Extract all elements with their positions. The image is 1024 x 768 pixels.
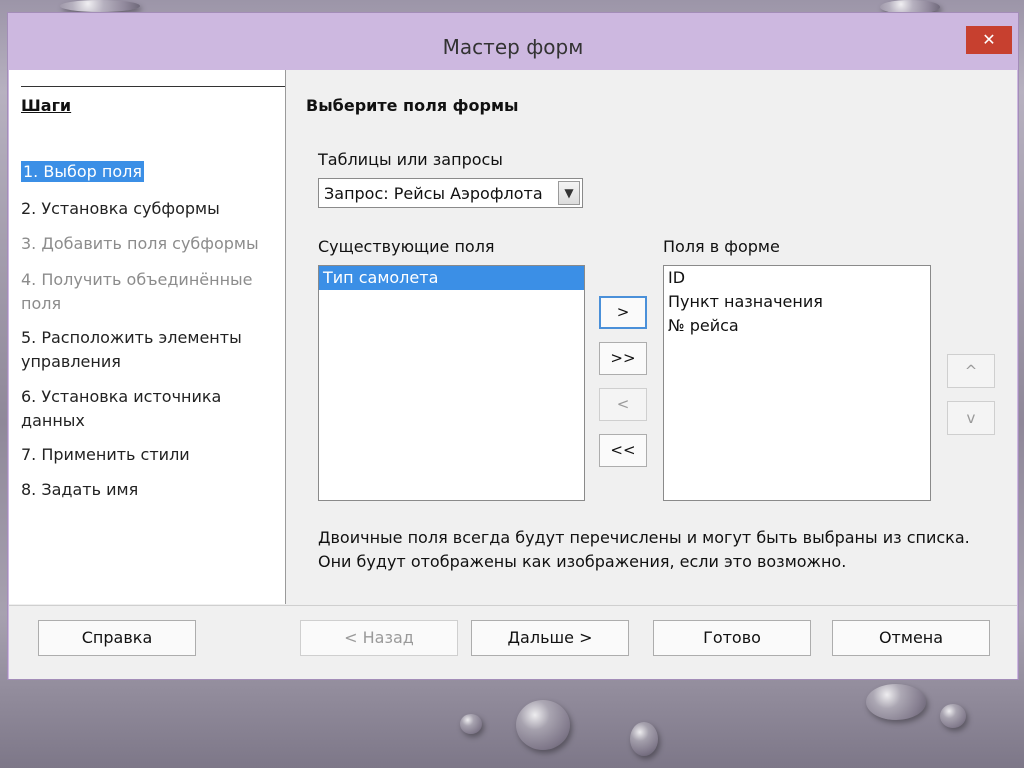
steps-panel: Шаги 1. Выбор поля 2. Установка субформы… <box>9 70 286 604</box>
desktop-droplet <box>60 0 140 12</box>
steps-divider <box>21 86 285 87</box>
form-fields-label: Поля в форме <box>663 237 780 256</box>
close-icon: ✕ <box>982 30 996 49</box>
chevron-down-icon[interactable]: ▼ <box>558 181 580 205</box>
step-label: 3. Добавить поля субформы <box>21 234 259 253</box>
window-title: Мастер форм <box>442 35 584 59</box>
step-item-arrange-controls[interactable]: 5. Расположить элементы управления <box>21 326 276 374</box>
list-item[interactable]: Пункт назначения <box>664 290 930 314</box>
steps-title: Шаги <box>21 96 72 115</box>
remove-one-button[interactable]: < <box>599 388 647 421</box>
back-button[interactable]: < Назад <box>300 620 458 656</box>
move-up-button[interactable]: ^ <box>947 354 995 388</box>
tables-select[interactable]: Запрос: Рейсы Аэрофлота ▼ <box>318 178 583 208</box>
binary-fields-note: Двоичные поля всегда будут перечислены и… <box>318 526 970 574</box>
remove-all-button[interactable]: << <box>599 434 647 467</box>
tables-label: Таблицы или запросы <box>318 150 503 169</box>
note-line-1: Двоичные поля всегда будут перечислены и… <box>318 528 970 547</box>
next-button[interactable]: Дальше > <box>471 620 629 656</box>
desktop-droplet <box>940 704 966 728</box>
chevron-up-icon: ^ <box>964 362 978 380</box>
step-item-subform-fields: 3. Добавить поля субформы <box>21 232 276 256</box>
step-label: 4. Получить объединённые поля <box>21 270 253 313</box>
existing-fields-label: Существующие поля <box>318 237 495 256</box>
step-label: 8. Задать имя <box>21 480 139 499</box>
desktop-droplet <box>516 700 570 750</box>
button-bar: Справка < Назад Дальше > Готово Отмена <box>9 605 1017 679</box>
note-line-2: Они будут отображены как изображения, ес… <box>318 552 847 571</box>
desktop-droplet <box>460 714 482 734</box>
desktop-droplet <box>866 684 926 720</box>
cancel-button[interactable]: Отмена <box>832 620 990 656</box>
section-title: Выберите поля формы <box>306 96 519 115</box>
finish-button[interactable]: Готово <box>653 620 811 656</box>
tables-select-value: Запрос: Рейсы Аэрофлота <box>324 184 543 203</box>
list-item[interactable]: ID <box>664 266 930 290</box>
form-fields-list[interactable]: ID Пункт назначения № рейса <box>663 265 931 501</box>
step-item-set-name[interactable]: 8. Задать имя <box>21 478 276 502</box>
add-all-button[interactable]: >> <box>599 342 647 375</box>
step-label: 2. Установка субформы <box>21 199 220 218</box>
main-panel: Выберите поля формы Таблицы или запросы … <box>286 70 1017 604</box>
list-item[interactable]: Тип самолета <box>319 266 584 290</box>
step-label: 6. Установка источника данных <box>21 387 222 430</box>
step-item-subform[interactable]: 2. Установка субформы <box>21 197 276 221</box>
step-item-data-source[interactable]: 6. Установка источника данных <box>21 385 276 433</box>
dialog-client-area: Шаги 1. Выбор поля 2. Установка субформы… <box>9 70 1017 679</box>
step-item-select-fields[interactable]: 1. Выбор поля <box>21 160 276 184</box>
step-item-joined-fields: 4. Получить объединённые поля <box>21 268 276 316</box>
title-bar[interactable]: Мастер форм ✕ <box>8 13 1018 70</box>
step-label: 7. Применить стили <box>21 445 190 464</box>
existing-fields-list[interactable]: Тип самолета <box>318 265 585 501</box>
step-label: 1. Выбор поля <box>21 161 144 182</box>
form-wizard-window: Мастер форм ✕ Шаги 1. Выбор поля 2. Уста… <box>7 12 1019 680</box>
help-button[interactable]: Справка <box>38 620 196 656</box>
chevron-down-icon: v <box>966 409 976 427</box>
list-item[interactable]: № рейса <box>664 314 930 338</box>
close-button[interactable]: ✕ <box>966 26 1012 54</box>
step-label: 5. Расположить элементы управления <box>21 328 242 371</box>
desktop-droplet <box>630 722 658 756</box>
step-item-apply-styles[interactable]: 7. Применить стили <box>21 443 276 467</box>
move-down-button[interactable]: v <box>947 401 995 435</box>
add-one-button[interactable]: > <box>599 296 647 329</box>
